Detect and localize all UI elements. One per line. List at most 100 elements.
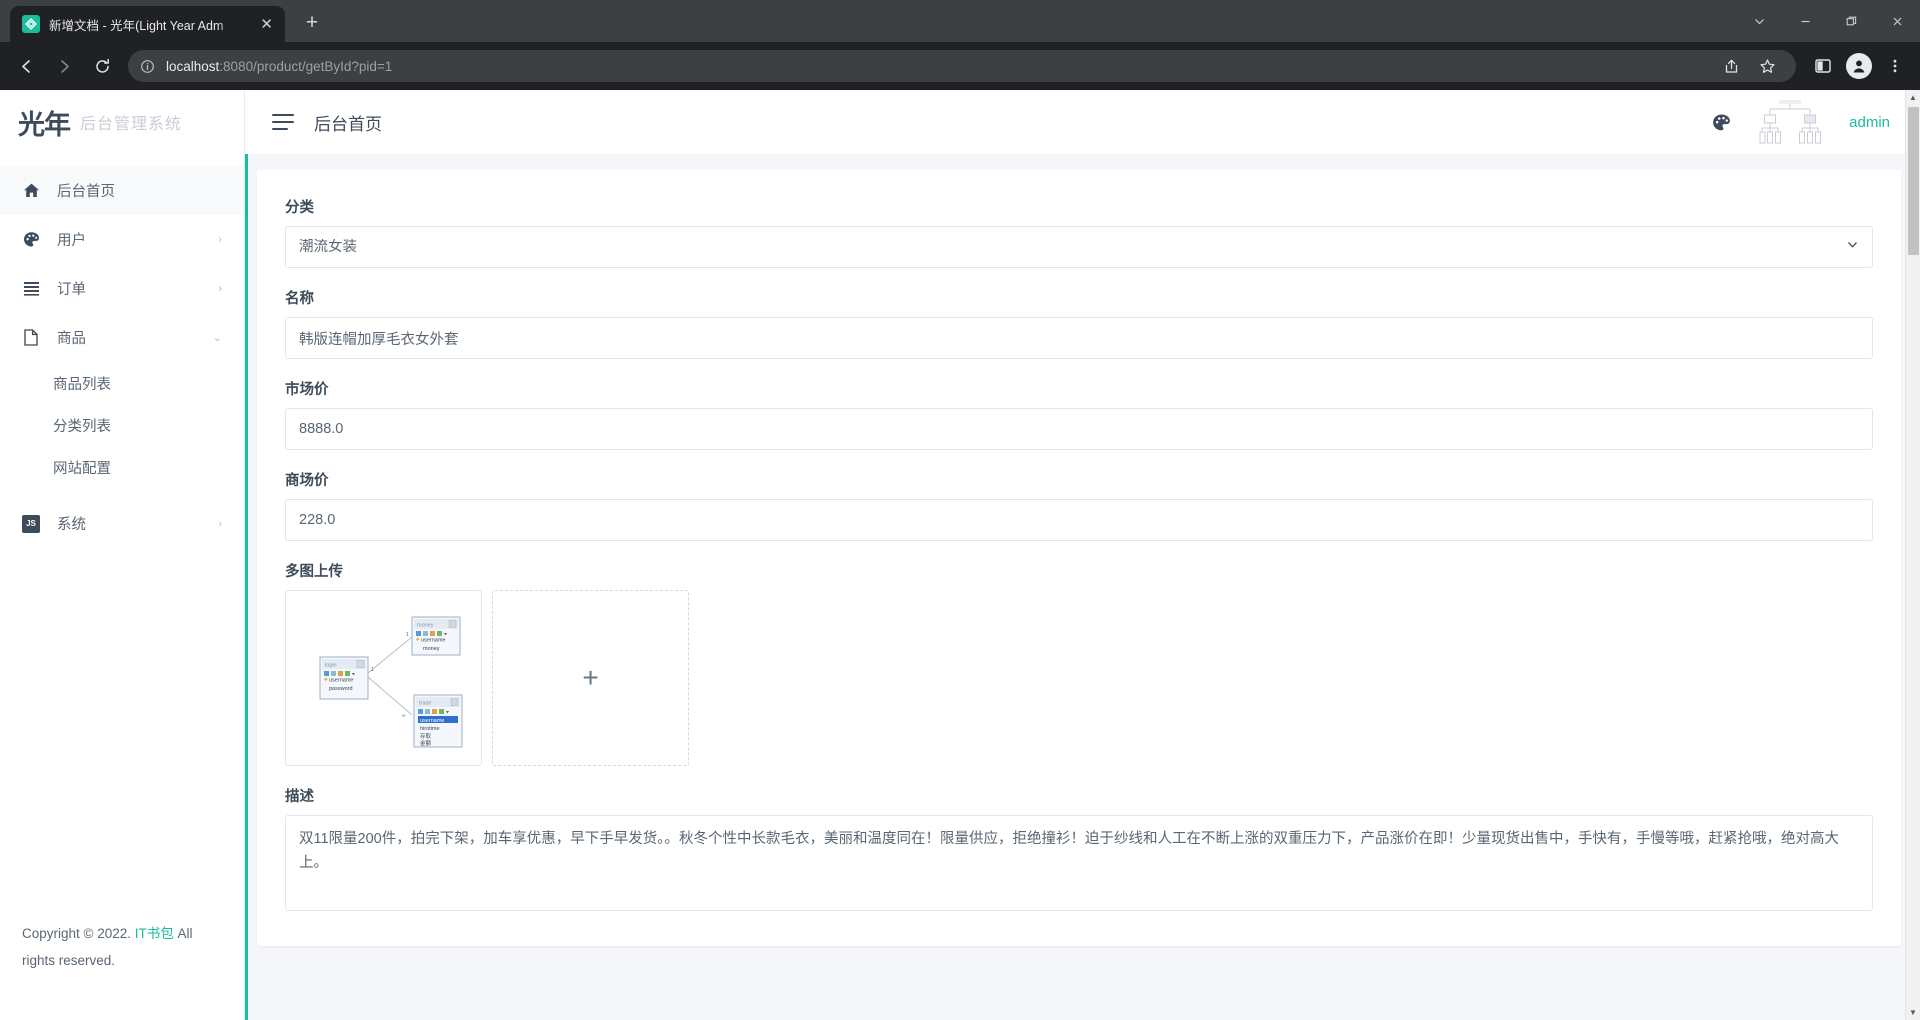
field-description: 描述 双11限量200件，拍完下架，加车享优惠，早下手早发货。。秋冬个性中长款毛… bbox=[285, 785, 1873, 916]
chevron-down-icon: ⌄ bbox=[212, 332, 222, 344]
chevron-right-icon: › bbox=[218, 233, 222, 246]
chevron-down-icon[interactable] bbox=[1736, 0, 1782, 42]
file-icon bbox=[22, 329, 40, 346]
sidebar-footer: Copyright © 2022. IT书包 All rights reserv… bbox=[0, 921, 244, 1020]
url-host: localhost bbox=[166, 58, 220, 74]
browser-window: 新增文档 - 光年(Light Year Adm ✕ + localhost:8… bbox=[0, 0, 1920, 1020]
palette-icon bbox=[22, 231, 40, 248]
address-bar[interactable]: localhost:8080/product/getById?pid=1 bbox=[128, 50, 1796, 82]
new-tab-button[interactable]: + bbox=[297, 9, 327, 39]
field-category: 分类 潮流女装 bbox=[285, 196, 1873, 268]
scroll-up-arrow[interactable]: ▲ bbox=[1909, 90, 1917, 105]
url-path: :8080/product/getById?pid=1 bbox=[219, 58, 393, 74]
mall-price-label: 商场价 bbox=[285, 473, 329, 489]
sidebar-item-orders[interactable]: 订单 › bbox=[0, 264, 244, 313]
svg-text:存取: 存取 bbox=[420, 732, 432, 740]
svg-text:1: 1 bbox=[406, 632, 409, 638]
description-textarea[interactable]: 双11限量200件，拍完下架，加车享优惠，早下手早发货。。秋冬个性中长款毛衣，美… bbox=[285, 815, 1873, 911]
name-label: 名称 bbox=[285, 291, 314, 307]
sidebar-item-products[interactable]: 商品 ⌄ bbox=[0, 313, 244, 362]
svg-text:username: username bbox=[329, 678, 353, 684]
app-topbar: 后台首页 admin bbox=[245, 90, 1920, 154]
page-scrollbar[interactable]: ▲ ▼ bbox=[1905, 90, 1920, 1020]
brand-logo: 光年 bbox=[18, 109, 71, 140]
restore-icon[interactable] bbox=[1828, 0, 1874, 42]
org-chart-avatar[interactable] bbox=[1759, 98, 1822, 146]
sidebar-item-system[interactable]: JS 系统 › bbox=[0, 499, 244, 548]
svg-text:1: 1 bbox=[371, 667, 374, 673]
svg-text:hirotime: hirotime bbox=[420, 726, 440, 732]
chevron-right-icon: › bbox=[218, 517, 222, 530]
side-panel-icon[interactable] bbox=[1806, 49, 1840, 83]
brand[interactable]: 光年 后台管理系统 bbox=[0, 90, 244, 154]
image-uploader: 1 1 ∞ login username password money user… bbox=[285, 590, 1873, 766]
add-image-button[interactable]: + bbox=[492, 590, 689, 766]
browser-tab[interactable]: 新增文档 - 光年(Light Year Adm ✕ bbox=[10, 6, 285, 42]
scrollbar-thumb[interactable] bbox=[1907, 107, 1919, 255]
tab-strip: 新增文档 - 光年(Light Year Adm ✕ + bbox=[0, 0, 1920, 42]
sidebar-subitem-product-list[interactable]: 商品列表 bbox=[0, 362, 244, 404]
svg-text:password: password bbox=[329, 686, 353, 692]
list-icon bbox=[22, 281, 40, 296]
share-icon[interactable] bbox=[1714, 49, 1748, 83]
content-scroll-region: 分类 潮流女装 名称 韩版连帽加厚毛衣女外套 市场价 8888.0 商场价 22… bbox=[245, 154, 1920, 1020]
site-info-icon[interactable] bbox=[140, 59, 155, 74]
window-controls bbox=[1736, 0, 1920, 42]
user-menu[interactable]: admin bbox=[1849, 114, 1890, 131]
sidebar-subitem-site-config[interactable]: 网站配置 bbox=[0, 446, 244, 488]
forward-icon[interactable] bbox=[46, 48, 82, 84]
window-close-icon[interactable] bbox=[1874, 0, 1920, 42]
hamburger-icon[interactable] bbox=[272, 114, 294, 130]
description-label: 描述 bbox=[285, 789, 314, 805]
theme-palette-icon[interactable] bbox=[1712, 113, 1731, 132]
sidebar: 光年 后台管理系统 后台首页 用户 › 订单 › 商品 ⌄ 商品列表 分类列表 … bbox=[0, 90, 245, 1020]
svg-text:money: money bbox=[417, 623, 434, 629]
home-icon bbox=[22, 182, 40, 199]
browser-menu-icon[interactable] bbox=[1878, 49, 1912, 83]
browser-toolbar: localhost:8080/product/getById?pid=1 bbox=[0, 42, 1920, 90]
sidebar-item-label: 系统 bbox=[57, 517, 86, 533]
page-viewport: 光年 后台管理系统 后台首页 用户 › 订单 › 商品 ⌄ 商品列表 分类列表 … bbox=[0, 90, 1920, 1020]
sidebar-item-home[interactable]: 后台首页 bbox=[0, 166, 244, 215]
back-icon[interactable] bbox=[8, 48, 44, 84]
scroll-down-arrow[interactable]: ▼ bbox=[1909, 1005, 1917, 1020]
upload-label: 多图上传 bbox=[285, 564, 343, 580]
er-diagram-thumbnail[interactable]: 1 1 ∞ login username password money user… bbox=[285, 590, 482, 766]
sidebar-item-label: 用户 bbox=[57, 233, 86, 249]
field-image-upload: 多图上传 1 1 ∞ login username password money… bbox=[285, 560, 1873, 766]
svg-text:money: money bbox=[423, 646, 440, 652]
profile-avatar[interactable] bbox=[1842, 49, 1876, 83]
svg-text:username: username bbox=[420, 718, 444, 724]
name-input[interactable] bbox=[285, 317, 1873, 359]
field-mall-price: 商场价 bbox=[285, 469, 1873, 541]
footer-link[interactable]: IT书包 bbox=[135, 926, 174, 941]
sidebar-item-label: 商品 bbox=[57, 331, 86, 347]
market-price-input[interactable] bbox=[285, 408, 1873, 450]
svg-text:trade: trade bbox=[419, 701, 432, 707]
svg-text:login: login bbox=[325, 663, 337, 669]
svg-text:金额: 金额 bbox=[420, 739, 432, 747]
mall-price-input[interactable] bbox=[285, 499, 1873, 541]
minimize-icon[interactable] bbox=[1782, 0, 1828, 42]
chevron-right-icon: › bbox=[218, 282, 222, 295]
main-area: 后台首页 admin 分类 潮流女装 名称 韩版连帽加厚毛衣女外套 市场价 88… bbox=[245, 90, 1920, 1020]
url-text: localhost:8080/product/getById?pid=1 bbox=[166, 59, 392, 74]
reload-icon[interactable] bbox=[84, 48, 120, 84]
close-icon[interactable]: ✕ bbox=[256, 15, 277, 34]
sidebar-subitem-category-list[interactable]: 分类列表 bbox=[0, 404, 244, 446]
sidebar-item-label: 订单 bbox=[57, 282, 86, 298]
svg-text:username: username bbox=[421, 638, 445, 644]
sidebar-item-users[interactable]: 用户 › bbox=[0, 215, 244, 264]
svg-text:∞: ∞ bbox=[402, 713, 406, 719]
product-form-card: 分类 潮流女装 名称 韩版连帽加厚毛衣女外套 市场价 8888.0 商场价 22… bbox=[257, 170, 1901, 946]
js-badge-icon: JS bbox=[22, 514, 40, 533]
field-name: 名称 bbox=[285, 287, 1873, 359]
tab-title: 新增文档 - 光年(Light Year Adm bbox=[49, 18, 224, 33]
category-select[interactable]: 潮流女装 bbox=[285, 226, 1873, 268]
field-market-price: 市场价 bbox=[285, 378, 1873, 450]
bookmark-star-icon[interactable] bbox=[1750, 49, 1784, 83]
topbar-actions: admin bbox=[1712, 98, 1890, 146]
omnibox-actions bbox=[1714, 49, 1784, 83]
category-label: 分类 bbox=[285, 200, 314, 216]
lightyear-favicon bbox=[22, 15, 40, 33]
